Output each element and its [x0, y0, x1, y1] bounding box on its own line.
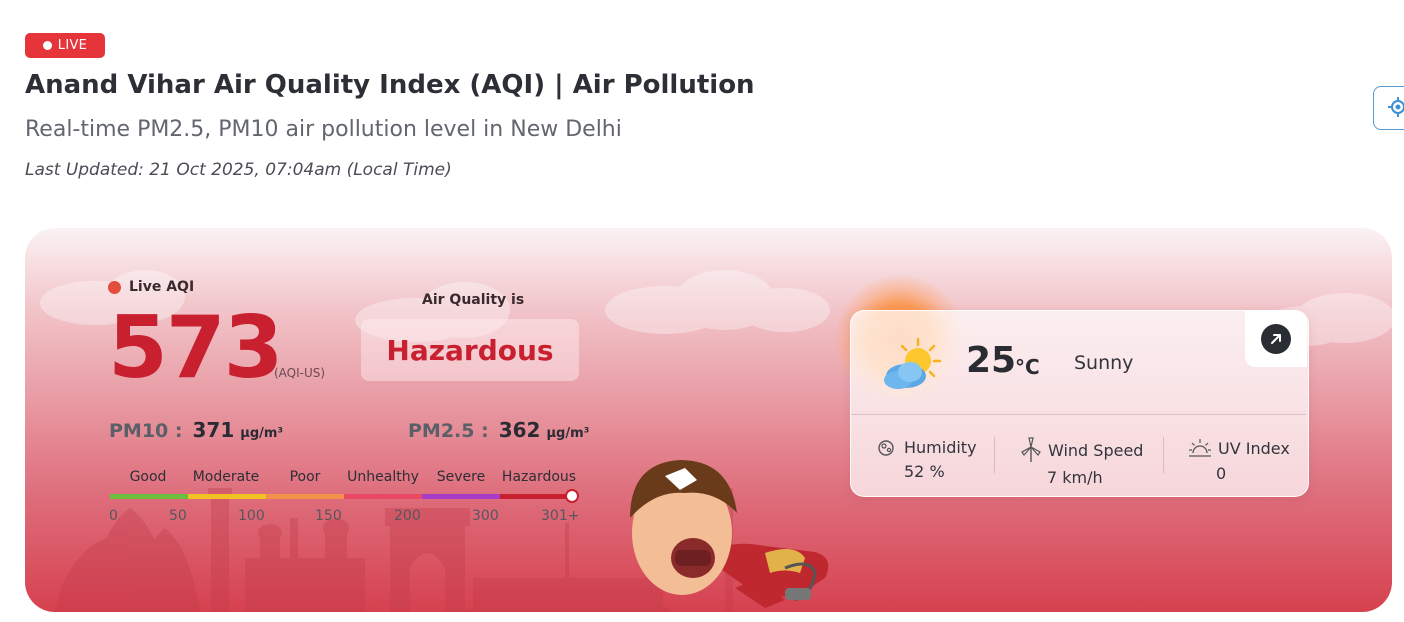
scale-segment-good	[110, 494, 188, 499]
wind-turbine-icon	[1021, 437, 1041, 462]
scale-tick: 301+	[541, 508, 580, 524]
pm25-reading: PM2.5 : 362 µg/m³	[408, 418, 589, 442]
scale-segment-severe	[422, 494, 500, 499]
scale-label-moderate: Moderate	[192, 469, 260, 485]
air-quality-label: Air Quality is	[422, 292, 525, 308]
weather-condition: Sunny	[1074, 352, 1134, 374]
wind-speed-label: Wind Speed	[1048, 440, 1144, 460]
scale-label-unhealthy: Unhealthy	[347, 469, 419, 485]
pm10-reading: PM10 : 371 µg/m³	[109, 418, 283, 442]
humidity-stat: Humidity 52 %	[876, 437, 977, 481]
pm25-unit: µg/m³	[546, 426, 590, 441]
pm25-value: 362	[498, 418, 541, 442]
aqi-scale-bar	[110, 494, 578, 499]
page-subtitle: Real-time PM2.5, PM10 air pollution leve…	[25, 117, 622, 142]
scale-segment-poor	[266, 494, 344, 499]
humidity-icon	[878, 440, 894, 456]
live-indicator-icon	[108, 280, 121, 294]
wind-speed-stat: Wind Speed 7 km/h	[1020, 437, 1143, 487]
aqi-value: 573	[108, 298, 284, 398]
uv-index-label: UV Index	[1218, 438, 1290, 458]
wind-speed-value: 7 km/h	[1047, 468, 1103, 487]
pm25-label: PM2.5 :	[408, 420, 489, 442]
scale-label-good: Good	[129, 469, 167, 485]
temperature-unit: °C	[1015, 355, 1040, 379]
humidity-value: 52 %	[904, 462, 945, 481]
uv-index-value: 0	[1216, 464, 1227, 483]
aqi-scale-ticks: 0 50 100 150 200 300 301+	[109, 508, 589, 528]
aqi-scale-marker	[565, 489, 579, 503]
air-quality-status: Hazardous	[361, 319, 579, 381]
scale-label-severe: Severe	[436, 469, 486, 485]
locate-button[interactable]	[1373, 86, 1404, 130]
temperature-value: 25	[966, 340, 1017, 381]
live-badge-label: LIVE	[57, 38, 88, 53]
uv-sun-icon	[1189, 439, 1211, 457]
stat-separator	[1163, 437, 1164, 473]
live-aqi-label: Live AQI	[108, 279, 194, 295]
page-title: Anand Vihar Air Quality Index (AQI) | Ai…	[25, 70, 755, 100]
scale-tick: 50	[169, 508, 187, 524]
live-badge: LIVE	[25, 33, 105, 58]
live-dot-icon	[42, 41, 52, 50]
last-updated: Last Updated: 21 Oct 2025, 07:04am (Loca…	[25, 160, 452, 180]
stat-separator	[994, 437, 995, 473]
scale-tick: 300	[472, 508, 499, 524]
scale-tick: 0	[109, 508, 118, 524]
aqi-unit: (AQI-US)	[274, 366, 326, 380]
scale-segment-unhealthy	[344, 494, 422, 499]
pm10-label: PM10 :	[109, 420, 183, 442]
scale-label-hazardous: Hazardous	[501, 469, 577, 485]
scale-segment-moderate	[188, 494, 266, 499]
arrow-up-right-icon	[1271, 333, 1281, 344]
locate-icon	[1388, 97, 1404, 117]
pm10-unit: µg/m³	[240, 426, 284, 441]
aqi-scale-labels: Good Moderate Poor Unhealthy Severe Haza…	[109, 469, 579, 489]
scale-label-poor: Poor	[289, 469, 321, 485]
pm10-value: 371	[192, 418, 235, 442]
scale-tick: 150	[315, 508, 342, 524]
live-aqi-text: Live AQI	[129, 279, 195, 295]
partly-sunny-icon	[884, 337, 942, 389]
uv-index-stat: UV Index 0	[1188, 437, 1290, 483]
scale-tick: 100	[238, 508, 265, 524]
scale-tick: 200	[394, 508, 421, 524]
weather-divider	[851, 414, 1306, 415]
open-weather-button[interactable]	[1245, 310, 1307, 367]
humidity-label: Humidity	[904, 437, 977, 457]
